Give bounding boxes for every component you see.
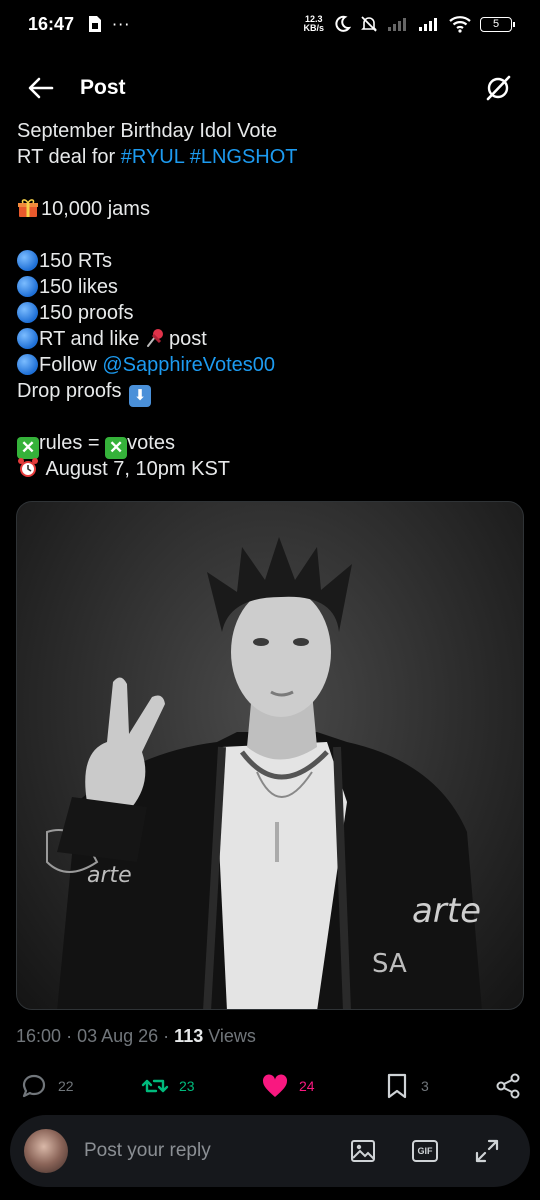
post-meta: 16:00 · 03 Aug 26 · 113 Views [16, 1026, 256, 1046]
svg-text:arte: arte [412, 891, 481, 931]
post-image[interactable]: arte arte SA [16, 501, 524, 1010]
mute-bell-icon [361, 16, 377, 32]
blue-circle-icon [17, 328, 38, 349]
views-count: 113 [174, 1026, 204, 1046]
share-button[interactable] [494, 1072, 522, 1100]
svg-text:arte: arte [87, 863, 132, 888]
post-time: 16:00 [16, 1026, 62, 1046]
reply-button[interactable]: 22 [20, 1072, 74, 1100]
share-icon [496, 1073, 520, 1099]
text-line: September Birthday Idol Vote [17, 120, 278, 142]
signal-icon-2 [419, 18, 437, 31]
action-bar: 22 23 24 3 [0, 1066, 540, 1110]
moon-icon [335, 15, 351, 32]
back-arrow-icon [28, 77, 54, 99]
post-header: Post [0, 56, 540, 120]
signal-icon-1 [388, 18, 406, 31]
bookmark-count: 3 [421, 1078, 429, 1094]
text-line: Drop proofs ⬇ [17, 378, 527, 407]
text-line: 150 proofs [17, 300, 527, 326]
text-line: 10,000 jams [17, 196, 527, 222]
more-notifications-icon: ··· [112, 14, 131, 34]
repost-button[interactable]: 23 [141, 1072, 195, 1100]
repost-icon [141, 1079, 169, 1093]
mention-link[interactable]: @SapphireVotes00 [102, 354, 275, 376]
post-date: 03 Aug 26 [77, 1026, 159, 1046]
repost-count: 23 [179, 1078, 195, 1094]
reply-icon [22, 1074, 46, 1098]
text-line: RT and like post [17, 326, 527, 352]
page-title: Post [80, 76, 126, 99]
text-line: 150 likes [17, 274, 527, 300]
blue-circle-icon [17, 276, 38, 297]
status-time: 16:47 [28, 13, 75, 34]
text-line: 150 RTs [17, 248, 527, 274]
status-bar: 16:47 ··· 12.3 KB/s 5 [0, 0, 540, 48]
reply-count: 22 [58, 1078, 74, 1094]
text-line: ✕ rules = ✕ votes [17, 430, 527, 459]
battery-indicator: 5 [480, 16, 515, 32]
wifi-icon [449, 16, 471, 33]
grok-icon [486, 75, 511, 101]
like-button[interactable]: 24 [261, 1072, 315, 1100]
grok-button[interactable] [484, 74, 512, 102]
text-line: August 7, 10pm KST [17, 456, 527, 482]
expand-icon[interactable] [474, 1138, 500, 1164]
bookmark-icon [387, 1073, 407, 1099]
text-line: RT deal for #RYUL #LNGSHOT [17, 146, 298, 168]
down-arrow-icon: ⬇ [129, 385, 152, 407]
avatar[interactable] [24, 1129, 68, 1173]
alarm-clock-icon [18, 458, 38, 477]
reply-input[interactable]: Post your reply [84, 1140, 211, 1162]
text-line: Follow @SapphireVotes00 [17, 352, 527, 378]
bookmark-button[interactable]: 3 [383, 1072, 429, 1100]
blue-circle-icon [17, 250, 38, 271]
sim-card-icon [89, 16, 102, 32]
hashtag-link[interactable]: #RYUL [121, 146, 184, 168]
post-text: September Birthday Idol Vote RT deal for… [17, 118, 527, 482]
like-count: 24 [299, 1078, 315, 1094]
hashtag-link[interactable]: #LNGSHOT [190, 146, 298, 168]
blue-circle-icon [17, 302, 38, 323]
image-icon[interactable] [350, 1138, 376, 1164]
back-button[interactable] [28, 74, 56, 102]
network-speed: 12.3 KB/s [303, 14, 324, 33]
svg-text:SA: SA [372, 949, 407, 979]
gif-button[interactable]: GIF [412, 1140, 438, 1162]
blue-circle-icon [17, 354, 38, 375]
heart-icon [262, 1074, 288, 1097]
pushpin-icon [147, 329, 163, 347]
portrait-photo: arte arte SA [46, 537, 482, 1009]
views-label: Views [208, 1026, 256, 1046]
gift-icon [18, 199, 38, 217]
reply-composer: Post your reply GIF [10, 1115, 530, 1187]
